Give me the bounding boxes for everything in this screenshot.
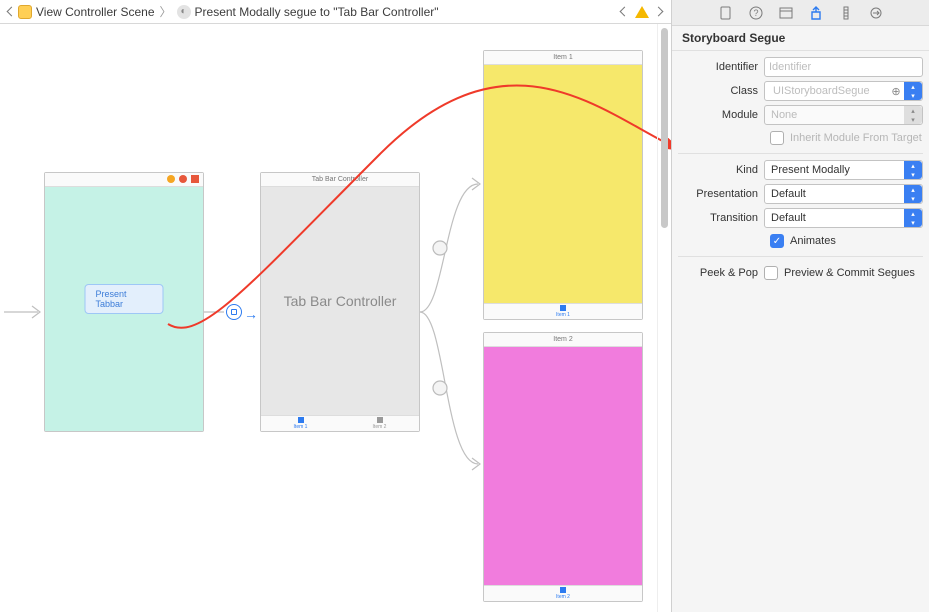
- scene-titlebar: [45, 173, 203, 187]
- kind-value: Present Modally: [769, 164, 850, 176]
- scene-title-icons: [167, 175, 199, 183]
- module-stepper[interactable]: ▴▾: [904, 106, 922, 124]
- size-inspector-tab[interactable]: [838, 5, 854, 21]
- transition-value: Default: [769, 212, 806, 224]
- inherit-module-label: Inherit Module From Target: [790, 132, 922, 144]
- inherit-module-checkbox[interactable]: [770, 131, 784, 145]
- tab-item-1[interactable]: Item 1: [261, 416, 340, 431]
- presentation-label: Presentation: [678, 188, 758, 200]
- identity-inspector-tab[interactable]: [778, 5, 794, 21]
- inspector-form: Identifier Class ⊕ ▴▾ Module None ▴▾: [672, 51, 929, 289]
- nav-back-button[interactable]: [6, 7, 16, 17]
- breadcrumb-scene-label: View Controller Scene: [36, 5, 155, 19]
- module-row: Module None ▴▾: [678, 103, 923, 127]
- peek-pop-checkbox[interactable]: [764, 266, 778, 280]
- presentation-value: Default: [769, 188, 806, 200]
- tab-bar: Item 1 Item 2: [261, 415, 419, 431]
- view-controller-scene[interactable]: Present Tabbar: [44, 172, 204, 432]
- animates-label: Animates: [790, 235, 836, 247]
- segue-icon: ◐: [177, 5, 191, 19]
- class-combo[interactable]: ⊕ ▴▾: [764, 81, 923, 101]
- class-label: Class: [678, 85, 758, 97]
- segue-arrow-icon: →: [244, 306, 258, 322]
- scrollbar-thumb[interactable]: [661, 28, 668, 228]
- identifier-row: Identifier: [678, 55, 923, 79]
- tab-bar: Item 2: [484, 585, 642, 601]
- transition-label: Transition: [678, 212, 758, 224]
- peek-pop-label: Peek & Pop: [678, 267, 758, 279]
- quick-help-tab[interactable]: ?: [748, 5, 764, 21]
- identifier-field[interactable]: [764, 57, 923, 77]
- breadcrumb-segue[interactable]: ◐ Present Modally segue to "Tab Bar Cont…: [177, 5, 439, 19]
- animates-checkbox[interactable]: ✓: [770, 234, 784, 248]
- item-1-body: [484, 65, 642, 303]
- transition-row: Transition Default ▴▾: [678, 206, 923, 230]
- tab-bar: Item 1: [484, 303, 642, 319]
- kind-row: Kind Present Modally ▴▾: [678, 158, 923, 182]
- chevron-right-icon: 〉: [157, 3, 175, 20]
- item-2-scene[interactable]: Item 2 Item 2: [483, 332, 643, 602]
- class-field[interactable]: [769, 82, 884, 100]
- segue-node[interactable]: [226, 304, 242, 320]
- animates-row: ✓ Animates: [678, 230, 923, 252]
- scene-dot-icon: [179, 175, 187, 183]
- transition-stepper[interactable]: ▴▾: [904, 209, 922, 227]
- storyboard-canvas[interactable]: Present Tabbar → Tab Bar Controller Tab …: [0, 24, 671, 612]
- view-controller-body: Present Tabbar: [45, 187, 203, 431]
- kind-stepper[interactable]: ▴▾: [904, 161, 922, 179]
- kind-label: Kind: [678, 164, 758, 176]
- inherit-module-row: Inherit Module From Target: [678, 127, 923, 149]
- scene-dot-icon: [167, 175, 175, 183]
- kind-select[interactable]: Present Modally ▴▾: [764, 160, 923, 180]
- breadcrumb-segue-label: Present Modally segue to "Tab Bar Contro…: [195, 5, 439, 19]
- attributes-inspector-tab[interactable]: [808, 5, 824, 21]
- peek-pop-row: Peek & Pop Preview & Commit Segues: [678, 261, 923, 285]
- breadcrumb-scene[interactable]: View Controller Scene: [18, 5, 155, 19]
- presentation-stepper[interactable]: ▴▾: [904, 185, 922, 203]
- presentation-row: Presentation Default ▴▾: [678, 182, 923, 206]
- nav-prev-button[interactable]: [619, 7, 629, 17]
- item-1-scene[interactable]: Item 1 Item 1: [483, 50, 643, 320]
- file-inspector-tab[interactable]: [718, 5, 734, 21]
- inspector-section-header: Storyboard Segue: [672, 26, 929, 51]
- present-tabbar-button[interactable]: Present Tabbar: [85, 284, 164, 314]
- class-add-button[interactable]: ⊕: [888, 85, 904, 98]
- tab-bar-controller-body: Tab Bar Controller: [261, 187, 419, 415]
- nav-next-button[interactable]: [655, 7, 665, 17]
- svg-text:?: ?: [753, 8, 758, 18]
- warning-icon[interactable]: [635, 6, 649, 18]
- module-label: Module: [678, 109, 758, 121]
- module-combo[interactable]: None ▴▾: [764, 105, 923, 125]
- inspector-panel: ? Storyboard Segue Identifier Class: [671, 0, 929, 612]
- scene-titlebar: Item 2: [484, 333, 642, 347]
- tab-bar-controller-scene[interactable]: Tab Bar Controller Tab Bar Controller It…: [260, 172, 420, 432]
- connections-inspector-tab[interactable]: [868, 5, 884, 21]
- module-value: None: [769, 109, 797, 121]
- inspector-tabs: ?: [672, 0, 929, 26]
- presentation-select[interactable]: Default ▴▾: [764, 184, 923, 204]
- scene-dot-icon: [191, 175, 199, 183]
- scene-titlebar: Tab Bar Controller: [261, 173, 419, 187]
- scene-titlebar: Item 1: [484, 51, 642, 65]
- divider: [678, 256, 923, 257]
- tab-item-2[interactable]: Item 2: [340, 416, 419, 431]
- jump-bar: View Controller Scene 〉 ◐ Present Modall…: [0, 0, 671, 24]
- divider: [678, 153, 923, 154]
- transition-select[interactable]: Default ▴▾: [764, 208, 923, 228]
- vertical-scrollbar[interactable]: [657, 24, 671, 612]
- item-2-body: [484, 347, 642, 585]
- class-stepper[interactable]: ▴▾: [904, 82, 922, 100]
- storyboard-icon: [18, 5, 32, 19]
- peek-pop-option-label: Preview & Commit Segues: [784, 267, 915, 279]
- class-row: Class ⊕ ▴▾: [678, 79, 923, 103]
- identifier-label: Identifier: [678, 61, 758, 73]
